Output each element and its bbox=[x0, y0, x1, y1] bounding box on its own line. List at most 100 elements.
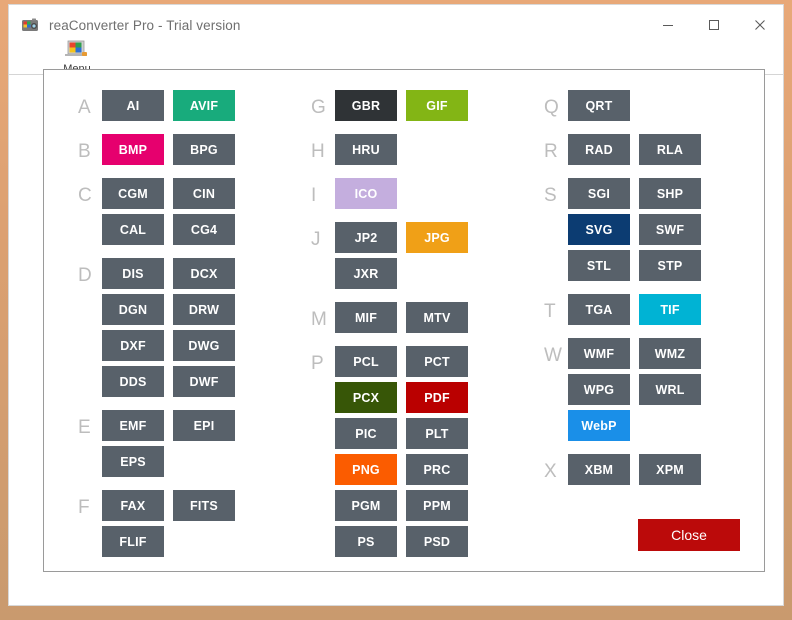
format-button-pcl[interactable]: PCL bbox=[335, 346, 397, 377]
format-button-dxf[interactable]: DXF bbox=[102, 330, 164, 361]
format-button-shp[interactable]: SHP bbox=[639, 178, 701, 209]
format-button-cal[interactable]: CAL bbox=[102, 214, 164, 245]
window-title: reaConverter Pro - Trial version bbox=[49, 18, 241, 33]
format-button-dwf[interactable]: DWF bbox=[173, 366, 235, 397]
format-button-dwg[interactable]: DWG bbox=[173, 330, 235, 361]
format-button-xbm[interactable]: XBM bbox=[568, 454, 630, 485]
group-buttons: HRU bbox=[335, 134, 481, 170]
format-button-ico[interactable]: ICO bbox=[335, 178, 397, 209]
format-button-tif[interactable]: TIF bbox=[639, 294, 701, 325]
format-button-dis[interactable]: DIS bbox=[102, 258, 164, 289]
format-button-ppm[interactable]: PPM bbox=[406, 490, 468, 521]
format-button-flif[interactable]: FLIF bbox=[102, 526, 164, 557]
group-buttons: RAD RLA bbox=[568, 134, 714, 170]
format-button-svg[interactable]: SVG bbox=[568, 214, 630, 245]
statusbar bbox=[9, 575, 783, 605]
close-dialog-button[interactable]: Close bbox=[638, 519, 740, 551]
format-button-psd[interactable]: PSD bbox=[406, 526, 468, 557]
format-button-wmf[interactable]: WMF bbox=[568, 338, 630, 369]
group-buttons: CGM CIN CAL CG4 bbox=[102, 178, 248, 250]
group-letter-t: T bbox=[538, 294, 568, 330]
group-letter-h: H bbox=[305, 134, 335, 170]
group-buttons: TGA TIF bbox=[568, 294, 714, 330]
format-button-bmp[interactable]: BMP bbox=[102, 134, 164, 165]
format-button-pdf[interactable]: PDF bbox=[406, 382, 468, 413]
group-letter-m: M bbox=[305, 302, 335, 338]
format-button-mtv[interactable]: MTV bbox=[406, 302, 468, 333]
format-button-hru[interactable]: HRU bbox=[335, 134, 397, 165]
format-button-mif[interactable]: MIF bbox=[335, 302, 397, 333]
format-button-dds[interactable]: DDS bbox=[102, 366, 164, 397]
format-columns: AAIAVIFBBMPBPGCCGMCINCALCG4DDISDCXDGNDRW… bbox=[44, 70, 764, 570]
format-button-cg4[interactable]: CG4 bbox=[173, 214, 235, 245]
format-button-swf[interactable]: SWF bbox=[639, 214, 701, 245]
minimize-button[interactable] bbox=[645, 5, 691, 45]
format-button-dgn[interactable]: DGN bbox=[102, 294, 164, 325]
group-buttons: XBM XPM bbox=[568, 454, 714, 490]
format-button-epi[interactable]: EPI bbox=[173, 410, 235, 441]
group-letter-b: B bbox=[72, 134, 102, 170]
minimize-icon bbox=[662, 19, 674, 31]
titlebar: reaConverter Pro - Trial version bbox=[9, 5, 783, 45]
letter-group-f: FFAXFITSFLIF bbox=[72, 490, 277, 562]
window-controls bbox=[645, 5, 783, 45]
palette-window-icon bbox=[64, 40, 90, 62]
format-button-sgi[interactable]: SGI bbox=[568, 178, 630, 209]
group-buttons: QRT bbox=[568, 90, 714, 126]
format-button-wmz[interactable]: WMZ bbox=[639, 338, 701, 369]
format-button-jxr[interactable]: JXR bbox=[335, 258, 397, 289]
format-button-bpg[interactable]: BPG bbox=[173, 134, 235, 165]
format-button-eps[interactable]: EPS bbox=[102, 446, 164, 477]
format-button-gif[interactable]: GIF bbox=[406, 90, 468, 121]
letter-group-j: JJP2 JPG JXR bbox=[305, 222, 510, 294]
format-button-gbr[interactable]: GBR bbox=[335, 90, 397, 121]
format-button-pcx[interactable]: PCX bbox=[335, 382, 397, 413]
format-button-wrl[interactable]: WRL bbox=[639, 374, 701, 405]
format-button-fits[interactable]: FITS bbox=[173, 490, 235, 521]
format-button-stp[interactable]: STP bbox=[639, 250, 701, 281]
format-button-jpg[interactable]: JPG bbox=[406, 222, 468, 253]
group-letter-w: W bbox=[538, 338, 568, 374]
group-buttons: AI AVIF bbox=[102, 90, 248, 126]
format-button-webp[interactable]: WebP bbox=[568, 410, 630, 441]
format-button-ai[interactable]: AI bbox=[102, 90, 164, 121]
format-button-cin[interactable]: CIN bbox=[173, 178, 235, 209]
format-button-tga[interactable]: TGA bbox=[568, 294, 630, 325]
format-column-1: AAIAVIFBBMPBPGCCGMCINCALCG4DDISDCXDGNDRW… bbox=[44, 90, 277, 570]
format-button-rla[interactable]: RLA bbox=[639, 134, 701, 165]
group-buttons: GBR GIF bbox=[335, 90, 481, 126]
format-button-qrt[interactable]: QRT bbox=[568, 90, 630, 121]
group-letter-q: Q bbox=[538, 90, 568, 126]
format-button-fax[interactable]: FAX bbox=[102, 490, 164, 521]
format-button-pgm[interactable]: PGM bbox=[335, 490, 397, 521]
letter-group-a: AAI AVIF bbox=[72, 90, 277, 126]
format-selection-dialog: AAIAVIFBBMPBPGCCGMCINCALCG4DDISDCXDGNDRW… bbox=[43, 69, 765, 572]
format-button-avif[interactable]: AVIF bbox=[173, 90, 235, 121]
letter-group-t: TTGA TIF bbox=[538, 294, 743, 330]
group-letter-x: X bbox=[538, 454, 568, 490]
close-window-button[interactable] bbox=[737, 5, 783, 45]
format-button-rad[interactable]: RAD bbox=[568, 134, 630, 165]
format-button-jp2[interactable]: JP2 bbox=[335, 222, 397, 253]
letter-group-s: SSGISHPSVGSWFSTLSTP bbox=[538, 178, 743, 286]
format-button-prc[interactable]: PRC bbox=[406, 454, 468, 485]
letter-group-d: DDISDCXDGNDRWDXFDWGDDSDWF bbox=[72, 258, 277, 402]
format-button-pct[interactable]: PCT bbox=[406, 346, 468, 377]
group-letter-a: A bbox=[72, 90, 102, 126]
letter-group-h: HHRU bbox=[305, 134, 510, 170]
format-button-drw[interactable]: DRW bbox=[173, 294, 235, 325]
format-button-cgm[interactable]: CGM bbox=[102, 178, 164, 209]
group-letter-j: J bbox=[305, 222, 335, 258]
format-button-pic[interactable]: PIC bbox=[335, 418, 397, 449]
format-button-xpm[interactable]: XPM bbox=[639, 454, 701, 485]
format-button-wpg[interactable]: WPG bbox=[568, 374, 630, 405]
format-button-emf[interactable]: EMF bbox=[102, 410, 164, 441]
maximize-icon bbox=[708, 19, 720, 31]
format-button-stl[interactable]: STL bbox=[568, 250, 630, 281]
format-button-dcx[interactable]: DCX bbox=[173, 258, 235, 289]
format-button-ps[interactable]: PS bbox=[335, 526, 397, 557]
letter-group-m: MMIF MTV bbox=[305, 302, 510, 338]
format-button-plt[interactable]: PLT bbox=[406, 418, 468, 449]
maximize-button[interactable] bbox=[691, 5, 737, 45]
format-button-png[interactable]: PNG bbox=[335, 454, 397, 485]
